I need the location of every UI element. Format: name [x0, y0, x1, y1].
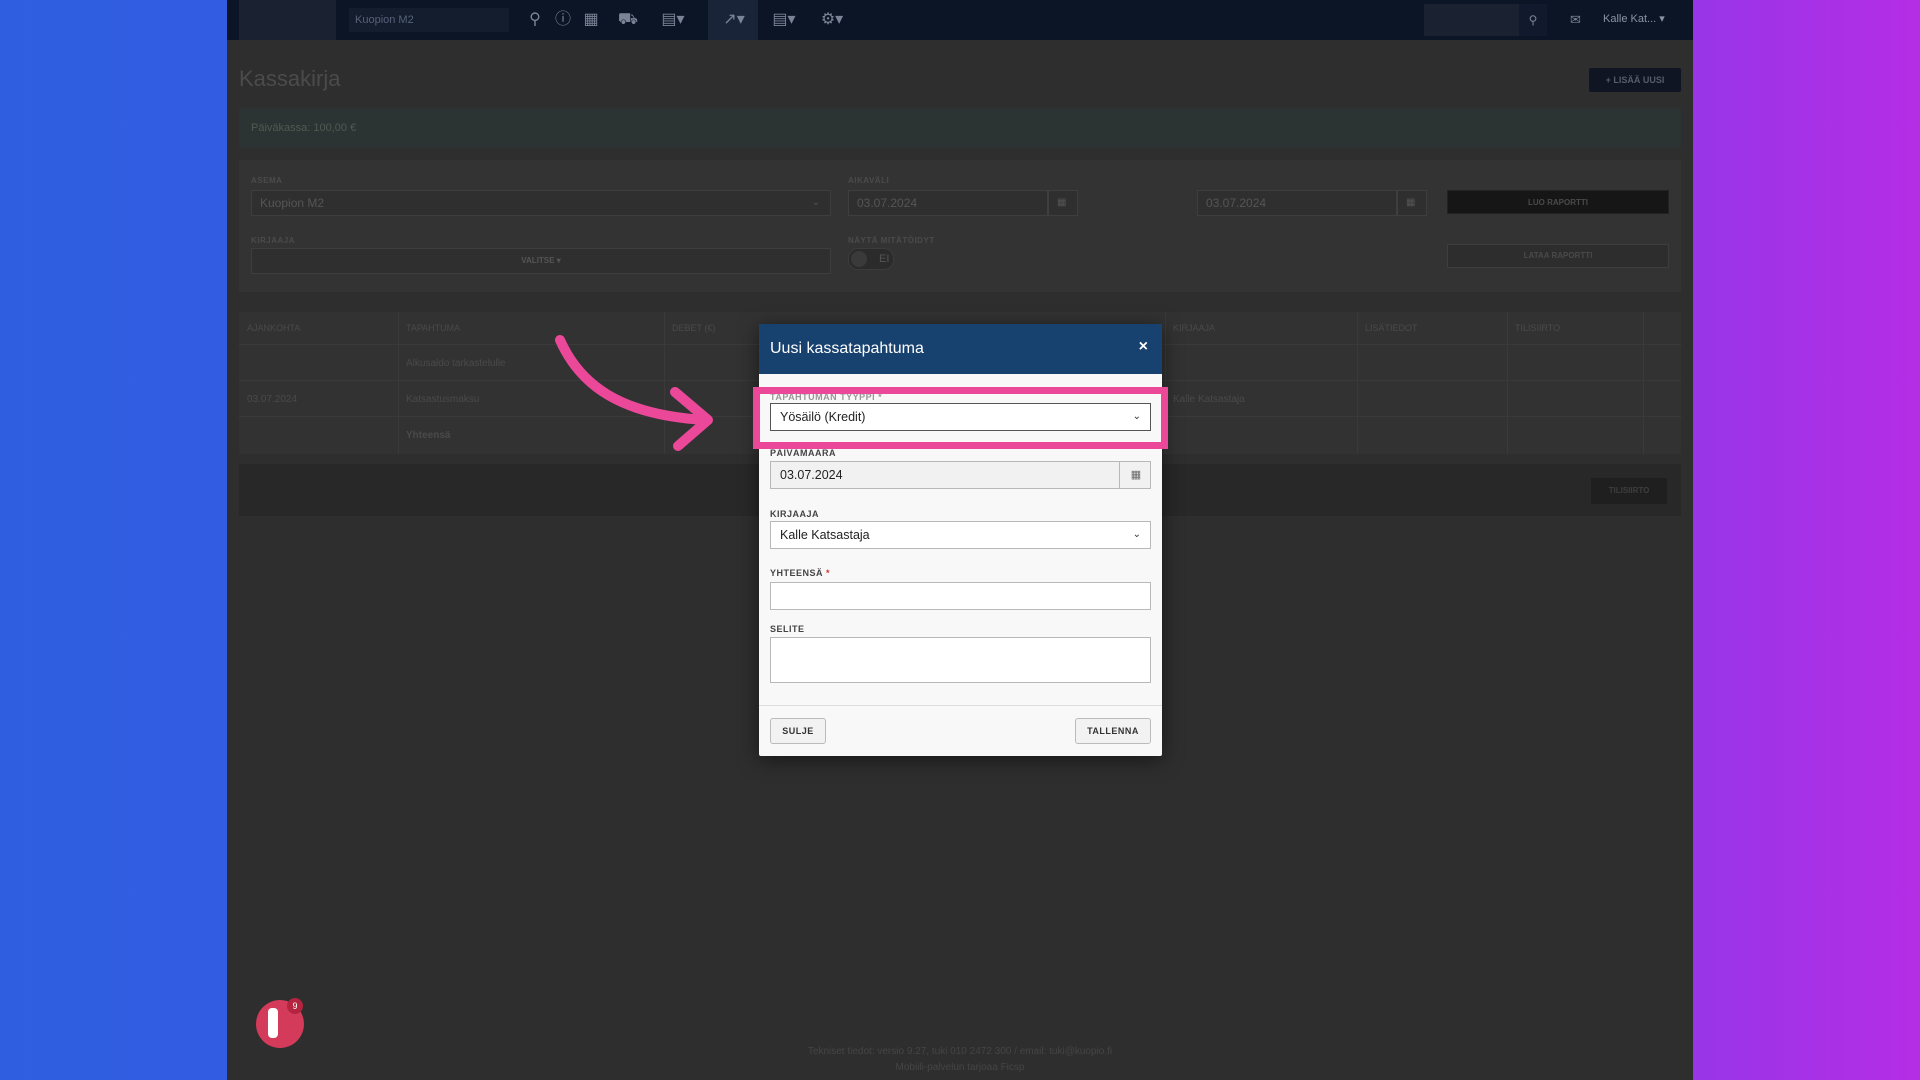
date-input[interactable]: 03.07.2024 ▦: [770, 461, 1151, 489]
chat-logo-icon: [268, 1008, 278, 1038]
search-icon[interactable]: ⚲: [525, 10, 545, 30]
gear-icon[interactable]: ⚙▾: [815, 10, 849, 30]
table-cell: 03.07.2024: [247, 394, 298, 405]
calendar-icon[interactable]: ▦: [1119, 462, 1152, 488]
highlight-frame: [753, 387, 1168, 449]
show-voided-value: EI: [879, 253, 890, 265]
daily-cash-info: Päiväkassa: 100,00 €: [239, 108, 1681, 148]
date-to-input[interactable]: 03.07.2024: [1197, 190, 1397, 216]
close-icon[interactable]: ×: [1139, 338, 1148, 356]
col-divider: [1507, 312, 1508, 454]
save-button[interactable]: TALLENNA: [1075, 718, 1151, 744]
close-button[interactable]: SULJE: [770, 718, 826, 744]
table-header: AJANKOHTA: [247, 323, 301, 333]
description-label: SELITE: [770, 624, 805, 634]
station-filter-select[interactable]: Kuopion M2 ⌄: [251, 190, 831, 216]
page-title: Kassakirja: [239, 66, 341, 91]
clipboard-icon[interactable]: ▤▾: [659, 10, 687, 30]
date-value: 03.07.2024: [780, 468, 843, 482]
col-divider: [1357, 312, 1358, 454]
table-header: TAPAHTUMA: [406, 323, 461, 333]
total-label-text: YHTEENSÄ: [770, 568, 824, 578]
interval-label: AIKAVÄLI: [848, 176, 890, 185]
pointer-arrow-icon: [555, 335, 713, 451]
total-label: YHTEENSÄ *: [770, 568, 830, 578]
info-icon[interactable]: ⓘ: [553, 10, 573, 30]
user-menu[interactable]: Kalle Kat... ▾: [1603, 12, 1665, 25]
table-cell: Kalle Katsastaja: [1173, 394, 1245, 405]
recorder-select[interactable]: Kalle Katsastaja ⌄: [770, 521, 1151, 549]
top-navbar: Kuopion M2 ⚲ ⓘ ▦ ⛟ ▤▾ ↗▾ ▤▾ ⚙▾ ⚲ ✉ Kalle…: [227, 0, 1693, 40]
footer-provider-text[interactable]: Mobiili-palvelun tarjoaa Ficsp: [227, 1062, 1693, 1073]
description-textarea[interactable]: [770, 637, 1151, 683]
station-filter-label: ASEMA: [251, 176, 283, 185]
car-icon[interactable]: ⛟: [613, 10, 643, 30]
date-label: PÄIVÄMÄÄRÄ: [770, 448, 837, 458]
table-cell: Yhteensä: [406, 430, 451, 441]
toggle-knob: [851, 251, 867, 267]
chevron-down-icon: ⌄: [1132, 529, 1141, 540]
table-header: TILISIIRTO: [1515, 323, 1561, 333]
document-icon[interactable]: ▤▾: [767, 10, 801, 30]
chat-launcher[interactable]: 9: [256, 998, 304, 1048]
chart-icon[interactable]: ↗▾: [717, 10, 751, 30]
add-new-button[interactable]: + LISÄÄ UUSI: [1589, 68, 1681, 92]
recorder-filter-label: KIRJAAJA: [251, 236, 296, 245]
modal-footer-divider: [759, 705, 1162, 706]
chevron-down-icon: ⌄: [811, 197, 820, 208]
table-header: LISÄTIEDOT: [1365, 323, 1418, 333]
calendar-icon[interactable]: ▦: [579, 10, 603, 30]
required-marker: *: [826, 568, 831, 578]
filter-panel: ASEMA Kuopion M2 ⌄ AIKAVÄLI 03.07.2024 ▦…: [239, 160, 1681, 292]
top-search-button[interactable]: ⚲: [1519, 4, 1547, 36]
date-from-input[interactable]: 03.07.2024: [848, 190, 1048, 216]
recorder-value: Kalle Katsastaja: [780, 528, 870, 542]
col-divider: [398, 312, 399, 454]
mail-icon[interactable]: ✉: [1570, 12, 1581, 28]
table-header: KIRJAAJA: [1173, 323, 1216, 333]
modal-header: Uusi kassatapahtuma ×: [759, 324, 1162, 374]
modal-title: Uusi kassatapahtuma: [770, 340, 924, 357]
calendar-icon[interactable]: ▦: [1048, 190, 1078, 216]
top-search-input[interactable]: [1424, 4, 1519, 36]
create-report-button[interactable]: LUO RAPORTTI: [1447, 190, 1669, 214]
recorder-filter-select[interactable]: VALITSE ▾: [251, 248, 831, 274]
table-cell: Alkusaldo tarkastelulle: [406, 358, 506, 369]
calendar-icon[interactable]: ▦: [1397, 190, 1427, 216]
recorder-label: KIRJAAJA: [770, 509, 820, 519]
station-select[interactable]: Kuopion M2: [349, 8, 509, 32]
col-divider: [1643, 312, 1644, 454]
show-voided-label: NÄYTÄ MITÄTÖIDYT: [848, 236, 935, 245]
download-report-button[interactable]: LATAA RAPORTTI: [1447, 244, 1669, 268]
table-cell: Katsastusmaksu: [406, 394, 480, 405]
logo[interactable]: [239, 0, 336, 40]
station-filter-value: Kuopion M2: [260, 196, 325, 210]
footer-support-text: Tekniset tiedot: versio 9.27, tuki 010 2…: [807, 1046, 1113, 1057]
notification-badge: 9: [287, 998, 303, 1014]
transfer-button[interactable]: TILISIIRTO: [1591, 478, 1667, 504]
total-input[interactable]: [770, 582, 1151, 610]
